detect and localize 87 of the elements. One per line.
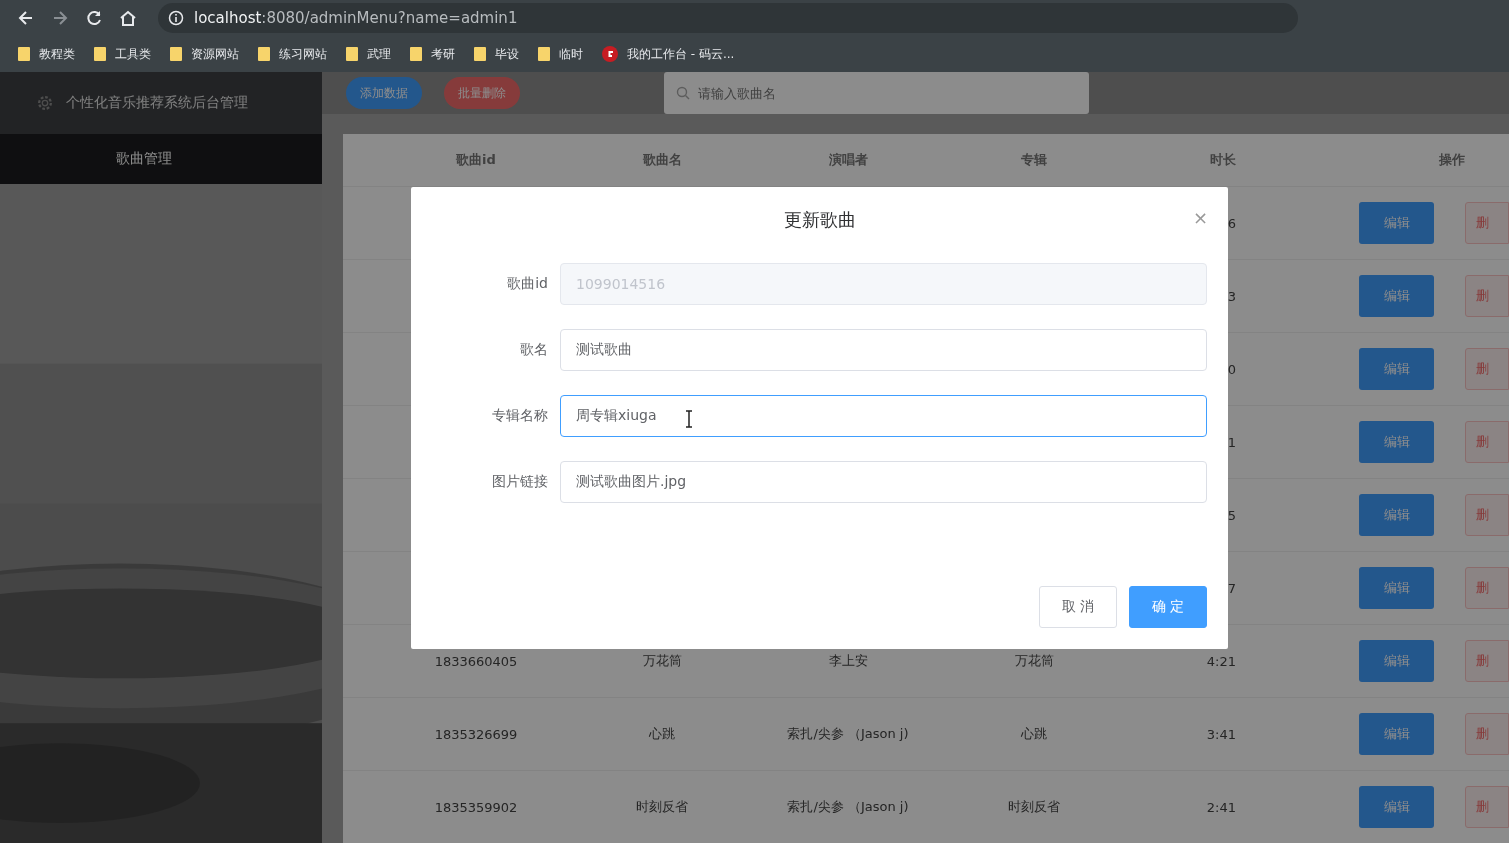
bookmark[interactable]: 武理 [346, 45, 391, 63]
table-cell: 7 [1227, 580, 1236, 596]
field-label: 图片链接 [491, 473, 549, 491]
dialog-button[interactable]: 取 消 [1039, 586, 1117, 628]
delete-button[interactable]: 删 [1465, 567, 1509, 609]
bookmark[interactable]: 考研 [410, 45, 455, 63]
edit-button[interactable]: 编辑 [1359, 786, 1434, 828]
bookmark[interactable]: 临时 [538, 45, 583, 63]
bookmark[interactable]: 工具类 [94, 45, 151, 63]
bookmark[interactable]: 我的工作台 - 码云... [602, 45, 735, 63]
table-cell: 万花筒 [1014, 653, 1054, 668]
folder-icon [410, 47, 422, 61]
folder-icon [258, 47, 270, 61]
folder-icon [18, 47, 30, 61]
table-cell: 5 [1227, 507, 1236, 523]
bookmark[interactable]: 练习网站 [258, 45, 327, 63]
delete-button[interactable]: 删 [1465, 494, 1509, 536]
delete-button[interactable]: 删 [1465, 348, 1509, 390]
table-cell: 时刻反省 [636, 799, 688, 814]
table-cell: 李上安 [828, 652, 868, 670]
search-field[interactable]: 请输入歌曲名 [664, 72, 1089, 114]
field-label: 专辑名称 [491, 407, 549, 425]
edit-button[interactable]: 编辑 [1359, 494, 1434, 536]
edit-button[interactable]: 编辑 [1359, 348, 1434, 390]
table-cell: 3:41 [1206, 726, 1236, 742]
site-logo-icon [602, 46, 618, 62]
edit-button[interactable]: 编辑 [1359, 421, 1434, 463]
column-header: 歌曲id [455, 151, 497, 169]
edit-button[interactable]: 编辑 [1359, 567, 1434, 609]
column-header: 时长 [1209, 151, 1237, 169]
folder-icon [346, 47, 358, 61]
input-field[interactable]: 周专辑xiuga [560, 395, 1207, 437]
dialog-title: 更新歌曲 [783, 208, 856, 232]
reload-icon[interactable] [84, 8, 104, 28]
app-title: 个性化音乐推荐系统后台管理 [66, 94, 248, 112]
field-label: 歌曲id [506, 275, 549, 293]
table-cell: 万花筒 [642, 653, 682, 668]
bookmark[interactable]: 教程类 [18, 45, 75, 63]
input-field[interactable]: 测试歌曲图片.jpg [560, 461, 1207, 503]
column-header: 专辑 [1020, 151, 1048, 169]
address-bar[interactable]: localhost:8080/adminMenu?name=admin1 [158, 3, 1298, 33]
home-icon[interactable] [118, 8, 138, 28]
folder-icon [94, 47, 106, 61]
search-icon [676, 86, 690, 100]
delete-button[interactable]: 删 [1465, 713, 1509, 755]
column-header: 演唱者 [827, 151, 869, 169]
table-cell: 1833660405 [434, 653, 518, 669]
edit-button[interactable]: 编辑 [1359, 202, 1434, 244]
toolbar-button[interactable]: 添加数据 [346, 77, 422, 109]
table-cell: 索扎/尖参 （Jason j) [787, 798, 909, 816]
delete-button[interactable]: 删 [1465, 275, 1509, 317]
table-cell: 1835359902 [434, 799, 518, 815]
url-text: localhost:8080/adminMenu?name=admin1 [194, 9, 518, 27]
bookmark[interactable]: 资源网站 [170, 45, 239, 63]
table-cell: 1 [1227, 434, 1236, 450]
folder-icon [538, 47, 550, 61]
table-cell: 2:41 [1206, 799, 1236, 815]
delete-button[interactable]: 删 [1465, 786, 1509, 828]
table-cell: 6 [1227, 215, 1236, 231]
input-field[interactable]: 测试歌曲 [560, 329, 1207, 371]
table-cell: 1835326699 [434, 726, 518, 742]
table-cell: 时刻反省 [1008, 799, 1060, 814]
delete-button[interactable]: 删 [1465, 421, 1509, 463]
table-cell: 0 [1227, 361, 1236, 377]
delete-button[interactable]: 删 [1465, 202, 1509, 244]
table-cell: 3 [1227, 288, 1236, 304]
table-cell: 索扎/尖参 （Jason j) [787, 725, 909, 743]
toolbar-button[interactable]: 批量删除 [444, 77, 520, 109]
folder-icon [474, 47, 486, 61]
column-header: 操作 [1438, 151, 1466, 169]
column-header: 歌曲名 [641, 151, 683, 169]
field-label: 歌名 [519, 341, 549, 359]
info-icon[interactable] [168, 10, 184, 26]
dialog-button[interactable]: 确 定 [1129, 586, 1207, 628]
menu-item[interactable]: 歌曲管理 [0, 134, 322, 184]
table-cell: 心跳 [1021, 726, 1047, 741]
folder-icon [170, 47, 182, 61]
close-button[interactable]: × [1192, 207, 1208, 228]
edit-button[interactable]: 编辑 [1359, 713, 1434, 755]
gear-icon [36, 94, 54, 112]
delete-button[interactable]: 删 [1465, 640, 1509, 682]
edit-button[interactable]: 编辑 [1359, 275, 1434, 317]
bookmark[interactable]: 毕设 [474, 45, 519, 63]
table-cell: 心跳 [649, 726, 675, 741]
text-cursor-icon [685, 410, 693, 428]
edit-button[interactable]: 编辑 [1359, 640, 1434, 682]
table-cell: 4:21 [1206, 653, 1236, 669]
